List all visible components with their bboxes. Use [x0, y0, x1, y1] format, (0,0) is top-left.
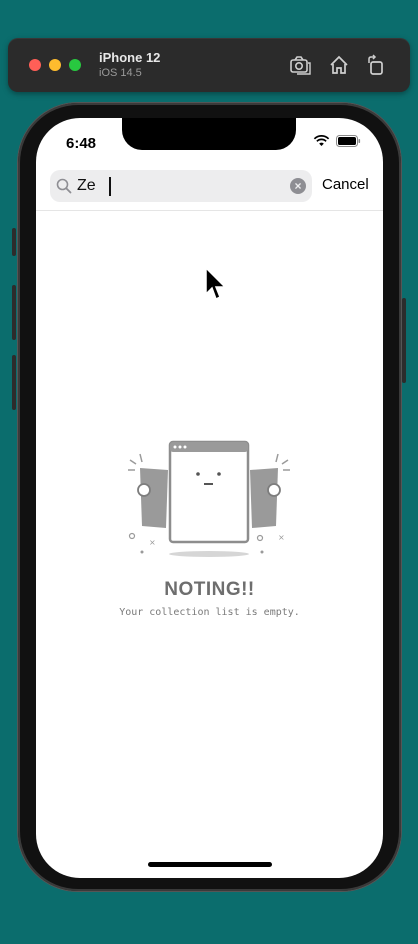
- mute-switch: [12, 228, 16, 256]
- close-window-button[interactable]: [29, 59, 41, 71]
- mouse-pointer-icon: [205, 266, 227, 301]
- wifi-icon: [313, 135, 330, 146]
- rotate-icon: [368, 54, 383, 75]
- zoom-window-button[interactable]: [69, 59, 81, 71]
- device-os-version: iOS 14.5: [99, 67, 142, 79]
- search-icon: [56, 178, 72, 194]
- search-input[interactable]: [77, 170, 277, 202]
- empty-collection-illustration: × ×: [128, 440, 290, 557]
- search-bar: × Cancel: [36, 166, 383, 210]
- simulator-title-bar: iPhone 12 iOS 14.5: [8, 38, 410, 92]
- svg-text:×: ×: [149, 538, 156, 547]
- screenshot-icon: [290, 56, 311, 75]
- screenshot-button[interactable]: [289, 54, 311, 76]
- home-button[interactable]: [328, 54, 350, 76]
- home-icon: [330, 55, 348, 74]
- empty-state-subtitle: Your collection list is empty.: [119, 607, 300, 618]
- cancel-button[interactable]: Cancel: [322, 176, 369, 193]
- empty-state-title: NOTING!!: [164, 579, 255, 600]
- home-indicator[interactable]: [148, 862, 272, 867]
- text-caret: [109, 177, 111, 196]
- status-icons: [313, 135, 361, 147]
- notch: [122, 118, 296, 150]
- device-name: iPhone 12: [99, 50, 161, 65]
- clear-search-icon[interactable]: ×: [290, 178, 306, 194]
- volume-down-button: [12, 355, 16, 410]
- device-screen: 6:48 × Cancel: [36, 118, 383, 878]
- volume-up-button: [12, 285, 16, 340]
- search-field[interactable]: ×: [50, 170, 312, 202]
- power-button: [402, 298, 406, 383]
- svg-text:×: ×: [278, 533, 285, 542]
- minimize-window-button[interactable]: [49, 59, 61, 71]
- search-divider: [36, 210, 383, 211]
- status-time: 6:48: [66, 135, 97, 152]
- rotate-button[interactable]: [365, 54, 387, 76]
- battery-icon: [336, 135, 361, 147]
